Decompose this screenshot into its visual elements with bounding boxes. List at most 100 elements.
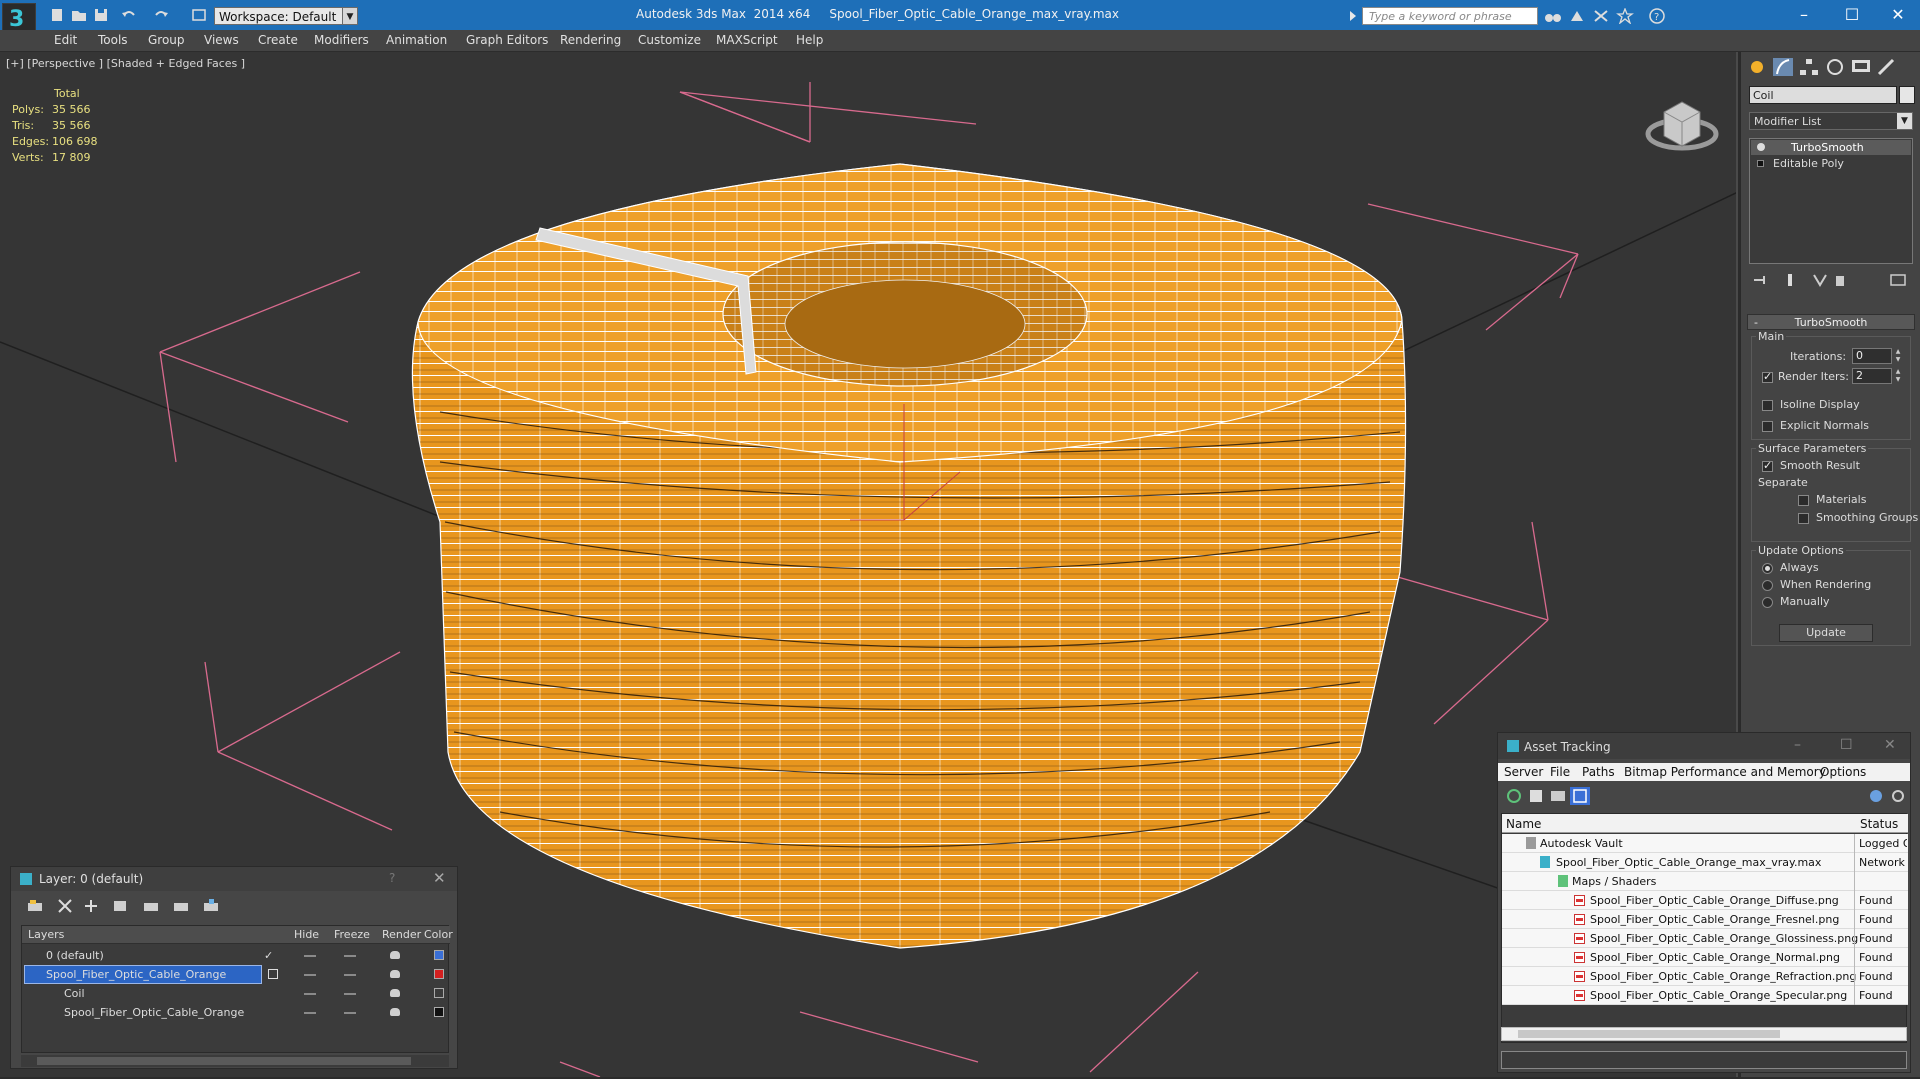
asset-tracking-titlebar[interactable]: Asset Tracking – ☐ ✕ xyxy=(1498,733,1910,759)
menu-options[interactable]: Options xyxy=(1820,765,1866,779)
viewcube-icon[interactable] xyxy=(1640,82,1720,162)
hide-toggle[interactable] xyxy=(304,974,316,976)
binoculars-icon[interactable] xyxy=(1544,8,1562,24)
menu-bitmap-performance[interactable]: Bitmap Performance and Memory xyxy=(1624,765,1826,779)
minimize-button[interactable]: – xyxy=(1784,3,1824,27)
when-rendering-radio[interactable] xyxy=(1762,580,1773,591)
menu-file[interactable]: File xyxy=(1550,765,1570,779)
close-button[interactable]: ✕ xyxy=(1884,737,1896,753)
configure-sets-icon[interactable] xyxy=(1889,272,1907,288)
new-file-icon[interactable] xyxy=(48,7,66,23)
list-view-icon[interactable] xyxy=(1526,787,1546,805)
menu-animation[interactable]: Animation xyxy=(386,33,447,47)
update-button[interactable]: Update xyxy=(1779,624,1873,642)
close-icon[interactable]: ✕ xyxy=(433,869,446,887)
active-layer-check-icon[interactable]: ✓ xyxy=(264,946,273,965)
layer-color-swatch[interactable] xyxy=(434,988,444,998)
asset-horizontal-scrollbar[interactable] xyxy=(1501,1027,1907,1041)
render-teapot-icon[interactable] xyxy=(390,1008,400,1016)
layer-panel-titlebar[interactable]: Layer: 0 (default) ? ✕ xyxy=(11,867,457,891)
render-teapot-icon[interactable] xyxy=(390,970,400,978)
render-iters-checkbox[interactable] xyxy=(1762,370,1773,383)
asset-row-maps[interactable]: Maps / Shaders xyxy=(1502,872,1908,891)
menu-create[interactable]: Create xyxy=(258,33,298,47)
smoothing-groups-checkbox[interactable] xyxy=(1798,513,1809,524)
utilities-tab-icon[interactable] xyxy=(1875,56,1899,78)
display-tab-icon[interactable] xyxy=(1849,56,1873,78)
scrollbar-thumb[interactable] xyxy=(1518,1030,1780,1038)
refresh-icon[interactable] xyxy=(1504,787,1524,805)
always-radio[interactable] xyxy=(1762,563,1773,574)
layer-object-row[interactable]: Spool_Fiber_Optic_Cable_Orange xyxy=(22,1003,450,1022)
hide-toggle[interactable] xyxy=(304,993,316,995)
scrollbar-thumb[interactable] xyxy=(37,1057,411,1065)
menu-paths[interactable]: Paths xyxy=(1582,765,1615,779)
column-name[interactable]: Name xyxy=(1506,817,1541,831)
minimize-button[interactable]: – xyxy=(1794,737,1801,753)
freeze-toggle[interactable] xyxy=(344,1012,356,1014)
menu-rendering[interactable]: Rendering xyxy=(560,33,621,47)
redo-icon[interactable] xyxy=(152,7,170,23)
layer-color-swatch[interactable] xyxy=(434,950,444,960)
column-color[interactable]: Color xyxy=(424,928,453,941)
subscription-icon[interactable] xyxy=(1568,8,1586,24)
highlight-layer-icon[interactable] xyxy=(141,897,161,915)
settings-icon[interactable] xyxy=(1888,787,1908,805)
menu-help[interactable]: Help xyxy=(796,33,823,47)
layer-horizontal-scrollbar[interactable] xyxy=(21,1055,449,1067)
table-view-icon[interactable] xyxy=(1548,787,1568,805)
undo-icon[interactable] xyxy=(120,7,138,23)
expand-box-icon[interactable] xyxy=(1757,160,1764,167)
delete-layer-icon[interactable] xyxy=(55,897,75,915)
freeze-all-layers-icon[interactable] xyxy=(201,897,221,915)
modify-tab-icon[interactable] xyxy=(1771,56,1795,78)
render-teapot-icon[interactable] xyxy=(390,951,400,959)
freeze-toggle[interactable] xyxy=(344,993,356,995)
isoline-display-checkbox[interactable] xyxy=(1762,400,1773,411)
asset-row-map[interactable]: Spool_Fiber_Optic_Cable_Orange_Glossines… xyxy=(1502,929,1908,948)
column-status[interactable]: Status xyxy=(1860,817,1898,831)
spinner-arrows-icon[interactable]: ▲ ▼ xyxy=(1894,368,1902,384)
menu-graph-editors[interactable]: Graph Editors xyxy=(466,33,548,47)
column-freeze[interactable]: Freeze xyxy=(334,928,370,941)
chevron-down-icon[interactable]: ▼ xyxy=(1897,113,1912,129)
help-icon[interactable] xyxy=(1866,787,1886,805)
asset-row-map[interactable]: Spool_Fiber_Optic_Cable_Orange_Refractio… xyxy=(1502,967,1908,986)
stack-item-turbosmooth[interactable]: TurboSmooth xyxy=(1751,140,1911,155)
render-iters-spinner[interactable]: 2 xyxy=(1852,368,1892,384)
active-layer-box-icon[interactable] xyxy=(268,969,278,979)
pin-stack-icon[interactable] xyxy=(1751,272,1769,288)
project-folder-icon[interactable] xyxy=(190,7,208,23)
menu-group[interactable]: Group xyxy=(148,33,185,47)
select-objects-icon[interactable] xyxy=(111,897,131,915)
column-layers[interactable]: Layers xyxy=(28,928,64,941)
object-name-field[interactable]: Coil xyxy=(1749,86,1897,104)
asset-row-map[interactable]: Spool_Fiber_Optic_Cable_Orange_Diffuse.p… xyxy=(1502,891,1908,910)
help-icon[interactable]: ? xyxy=(389,871,395,885)
maximize-button[interactable]: ☐ xyxy=(1840,737,1853,753)
column-hide[interactable]: Hide xyxy=(294,928,319,941)
object-color-swatch[interactable] xyxy=(1899,86,1915,104)
layer-row[interactable]: 0 (default) ✓ xyxy=(22,946,450,965)
menu-tools[interactable]: Tools xyxy=(98,33,128,47)
hierarchy-tab-icon[interactable] xyxy=(1797,56,1821,78)
search-input[interactable]: Type a keyword or phrase xyxy=(1362,7,1538,25)
search-expand-icon[interactable] xyxy=(1350,11,1356,21)
communication-icon[interactable] xyxy=(1592,8,1610,24)
workspace-select[interactable]: Workspace: Default xyxy=(214,7,350,25)
hide-all-layers-icon[interactable] xyxy=(171,897,191,915)
spinner-arrows-icon[interactable]: ▲ ▼ xyxy=(1894,348,1902,364)
workspace-dropdown-icon[interactable]: ▼ xyxy=(342,7,358,25)
rollout-header[interactable]: - TurboSmooth xyxy=(1747,314,1915,330)
create-tab-icon[interactable] xyxy=(1745,56,1769,78)
layer-color-swatch[interactable] xyxy=(434,969,444,979)
freeze-toggle[interactable] xyxy=(344,955,356,957)
menu-maxscript[interactable]: MAXScript xyxy=(716,33,778,47)
stack-item-editable-poly[interactable]: Editable Poly xyxy=(1751,156,1911,171)
show-end-result-icon[interactable] xyxy=(1781,272,1799,288)
materials-checkbox[interactable] xyxy=(1798,495,1809,506)
asset-row-map[interactable]: Spool_Fiber_Optic_Cable_Orange_Fresnel.p… xyxy=(1502,910,1908,929)
menu-customize[interactable]: Customize xyxy=(638,33,701,47)
asset-row-max-file[interactable]: Spool_Fiber_Optic_Cable_Orange_max_vray.… xyxy=(1502,853,1908,872)
new-layer-icon[interactable] xyxy=(25,897,45,915)
